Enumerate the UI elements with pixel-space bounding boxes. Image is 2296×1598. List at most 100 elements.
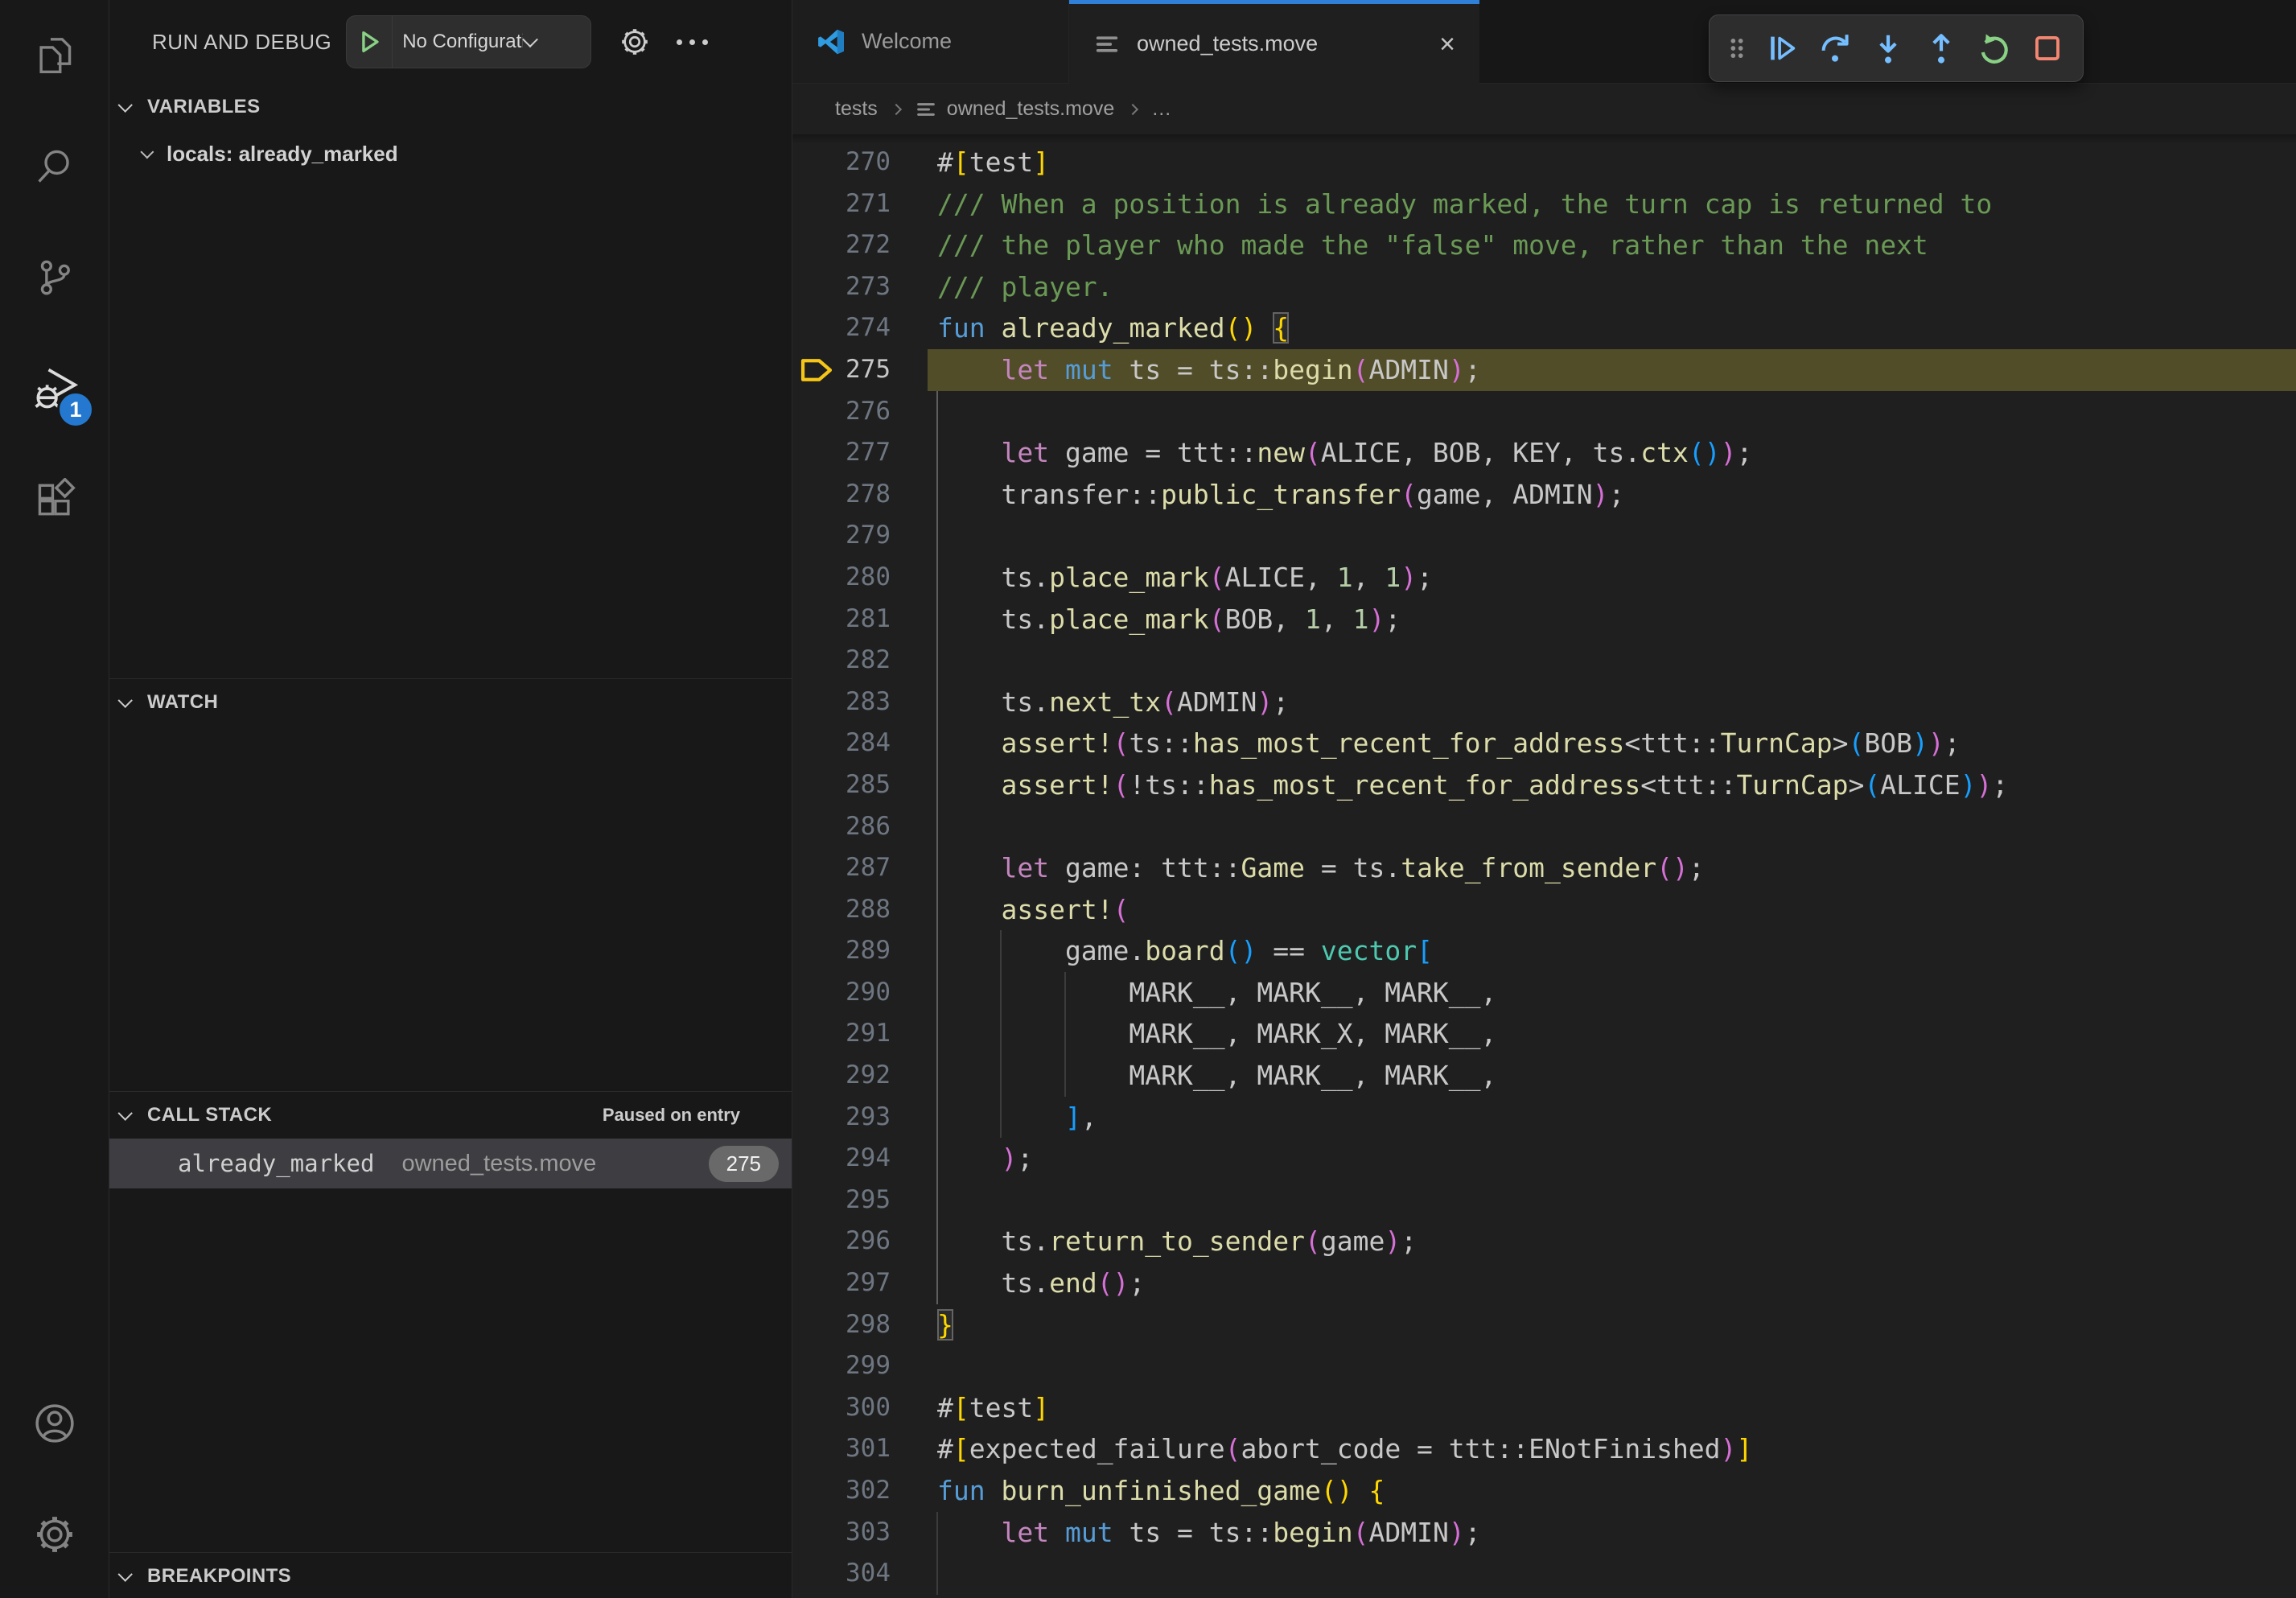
code-line-270[interactable]: 270#[test] [792,142,2296,183]
line-number: 296 [839,1221,891,1262]
vscode-logo-icon [817,27,846,56]
code-line-275[interactable]: 275 let mut ts = ts::begin(ADMIN); [792,349,2296,391]
line-content: fun already_marked() { [928,307,2296,349]
chevron-right-icon [1127,103,1138,114]
line-content: /// When a position is already marked, t… [928,183,2296,225]
code-line-294[interactable]: 294 ); [792,1138,2296,1180]
continue-button[interactable] [1756,23,1808,74]
line-number: 288 [839,889,891,931]
call-stack-header[interactable]: CALL STACK Paused on entry [109,1092,792,1139]
glyph-margin [792,515,839,557]
code-editor[interactable]: 270#[test]271/// When a position is alre… [792,134,2296,1598]
launch-settings-button[interactable] [617,24,652,60]
glyph-margin [792,1138,839,1180]
breadcrumb-folder[interactable]: tests [835,97,878,121]
continue-icon [1763,30,1800,67]
step-over-button[interactable] [1809,23,1861,74]
activity-bar: 1 [0,0,109,1598]
code-line-284[interactable]: 284 assert!(ts::has_most_recent_for_addr… [792,723,2296,764]
line-content: #[test] [928,1387,2296,1429]
watch-header[interactable]: WATCH [109,679,792,726]
restart-button[interactable] [1969,23,2020,74]
code-line-295[interactable]: 295 [792,1180,2296,1221]
code-line-273[interactable]: 273/// player. [792,266,2296,308]
code-line-282[interactable]: 282 [792,640,2296,682]
code-line-296[interactable]: 296 ts.return_to_sender(game); [792,1221,2296,1262]
code-line-292[interactable]: 292 MARK__, MARK__, MARK__, [792,1055,2296,1097]
code-line-303[interactable]: 303 let mut ts = ts::begin(ADMIN); [792,1512,2296,1554]
code-line-281[interactable]: 281 ts.place_mark(BOB, 1, 1); [792,599,2296,640]
glyph-margin [792,142,839,183]
code-line-298[interactable]: 298} [792,1304,2296,1346]
stop-button[interactable] [2022,23,2073,74]
code-line-274[interactable]: 274fun already_marked() { [792,307,2296,349]
line-content: ts.place_mark(ALICE, 1, 1); [928,557,2296,599]
code-line-291[interactable]: 291 MARK__, MARK_X, MARK__, [792,1013,2296,1055]
chevron-down-icon [117,1567,132,1581]
glyph-margin [792,682,839,723]
line-number: 282 [839,640,891,682]
close-icon[interactable]: × [1439,31,1455,58]
code-line-285[interactable]: 285 assert!(!ts::has_most_recent_for_add… [792,764,2296,806]
breadcrumb: tests owned_tests.move … [792,84,2296,134]
breakpoints-header[interactable]: BREAKPOINTS [109,1553,792,1598]
line-number: 285 [839,764,891,806]
line-number: 283 [839,682,891,723]
gear-icon [617,24,652,60]
code-line-301[interactable]: 301#[expected_failure(abort_code = ttt::… [792,1428,2296,1470]
watch-section: WATCH [109,678,792,1091]
code-line-293[interactable]: 293 ], [792,1097,2296,1139]
line-number: 278 [839,474,891,516]
breadcrumb-file[interactable]: owned_tests.move [947,97,1114,121]
activity-item-search[interactable] [0,111,109,222]
sidebar-header: RUN AND DEBUG No Configurations [109,0,792,84]
debug-count-badge: 1 [57,391,94,428]
code-line-290[interactable]: 290 MARK__, MARK__, MARK__, [792,972,2296,1014]
code-line-272[interactable]: 272/// the player who made the "false" m… [792,224,2296,266]
tab-owned-tests-move[interactable]: owned_tests.move × [1069,0,1479,84]
variables-scope-locals[interactable]: locals: already_marked [109,130,792,177]
stack-frame-row[interactable]: already_marked owned_tests.move 275 [109,1139,792,1188]
activity-item-account[interactable] [0,1368,109,1479]
glyph-margin [792,183,839,225]
code-line-287[interactable]: 287 let game: ttt::Game = ts.take_from_s… [792,847,2296,889]
debug-start-button[interactable] [347,16,392,68]
activity-item-run-debug[interactable]: 1 [0,333,109,444]
breadcrumb-symbol-ellipsis[interactable]: … [1151,97,1173,121]
activity-item-extensions[interactable] [0,444,109,555]
code-line-300[interactable]: 300#[test] [792,1387,2296,1429]
code-line-289[interactable]: 289 game.board() == vector[ [792,930,2296,972]
code-line-299[interactable]: 299 [792,1345,2296,1387]
activity-item-source-control[interactable] [0,222,109,333]
line-content: ], [928,1097,2296,1139]
code-line-286[interactable]: 286 [792,806,2296,848]
chevron-down-icon [117,693,132,707]
code-line-288[interactable]: 288 assert!( [792,889,2296,931]
debug-config-dropdown[interactable]: No Configurations [346,15,591,68]
glyph-margin [792,640,839,682]
toolbar-gripper-icon[interactable] [1719,23,1755,74]
glyph-margin [792,266,839,308]
line-number: 280 [839,557,891,599]
glyph-margin [792,1262,839,1304]
code-line-302[interactable]: 302fun burn_unfinished_game() { [792,1470,2296,1512]
tab-welcome[interactable]: Welcome [792,0,1069,83]
code-line-271[interactable]: 271/// When a position is already marked… [792,183,2296,225]
code-line-283[interactable]: 283 ts.next_tx(ADMIN); [792,682,2296,723]
code-line-297[interactable]: 297 ts.end(); [792,1262,2296,1304]
step-into-button[interactable] [1862,23,1914,74]
code-line-276[interactable]: 276 [792,391,2296,433]
more-actions-icon[interactable] [677,39,708,45]
code-line-304[interactable]: 304 [792,1553,2296,1595]
code-line-278[interactable]: 278 transfer::public_transfer(game, ADMI… [792,474,2296,516]
line-content: transfer::public_transfer(game, ADMIN); [928,474,2296,516]
activity-item-settings[interactable] [0,1479,109,1590]
step-out-button[interactable] [1915,23,1967,74]
tab-bar: Welcome owned_tests.move × [792,0,2296,84]
variables-header[interactable]: VARIABLES [109,84,792,130]
files-icon [33,34,76,77]
code-line-277[interactable]: 277 let game = ttt::new(ALICE, BOB, KEY,… [792,432,2296,474]
code-line-280[interactable]: 280 ts.place_mark(ALICE, 1, 1); [792,557,2296,599]
activity-item-explorer[interactable] [0,0,109,111]
code-line-279[interactable]: 279 [792,515,2296,557]
